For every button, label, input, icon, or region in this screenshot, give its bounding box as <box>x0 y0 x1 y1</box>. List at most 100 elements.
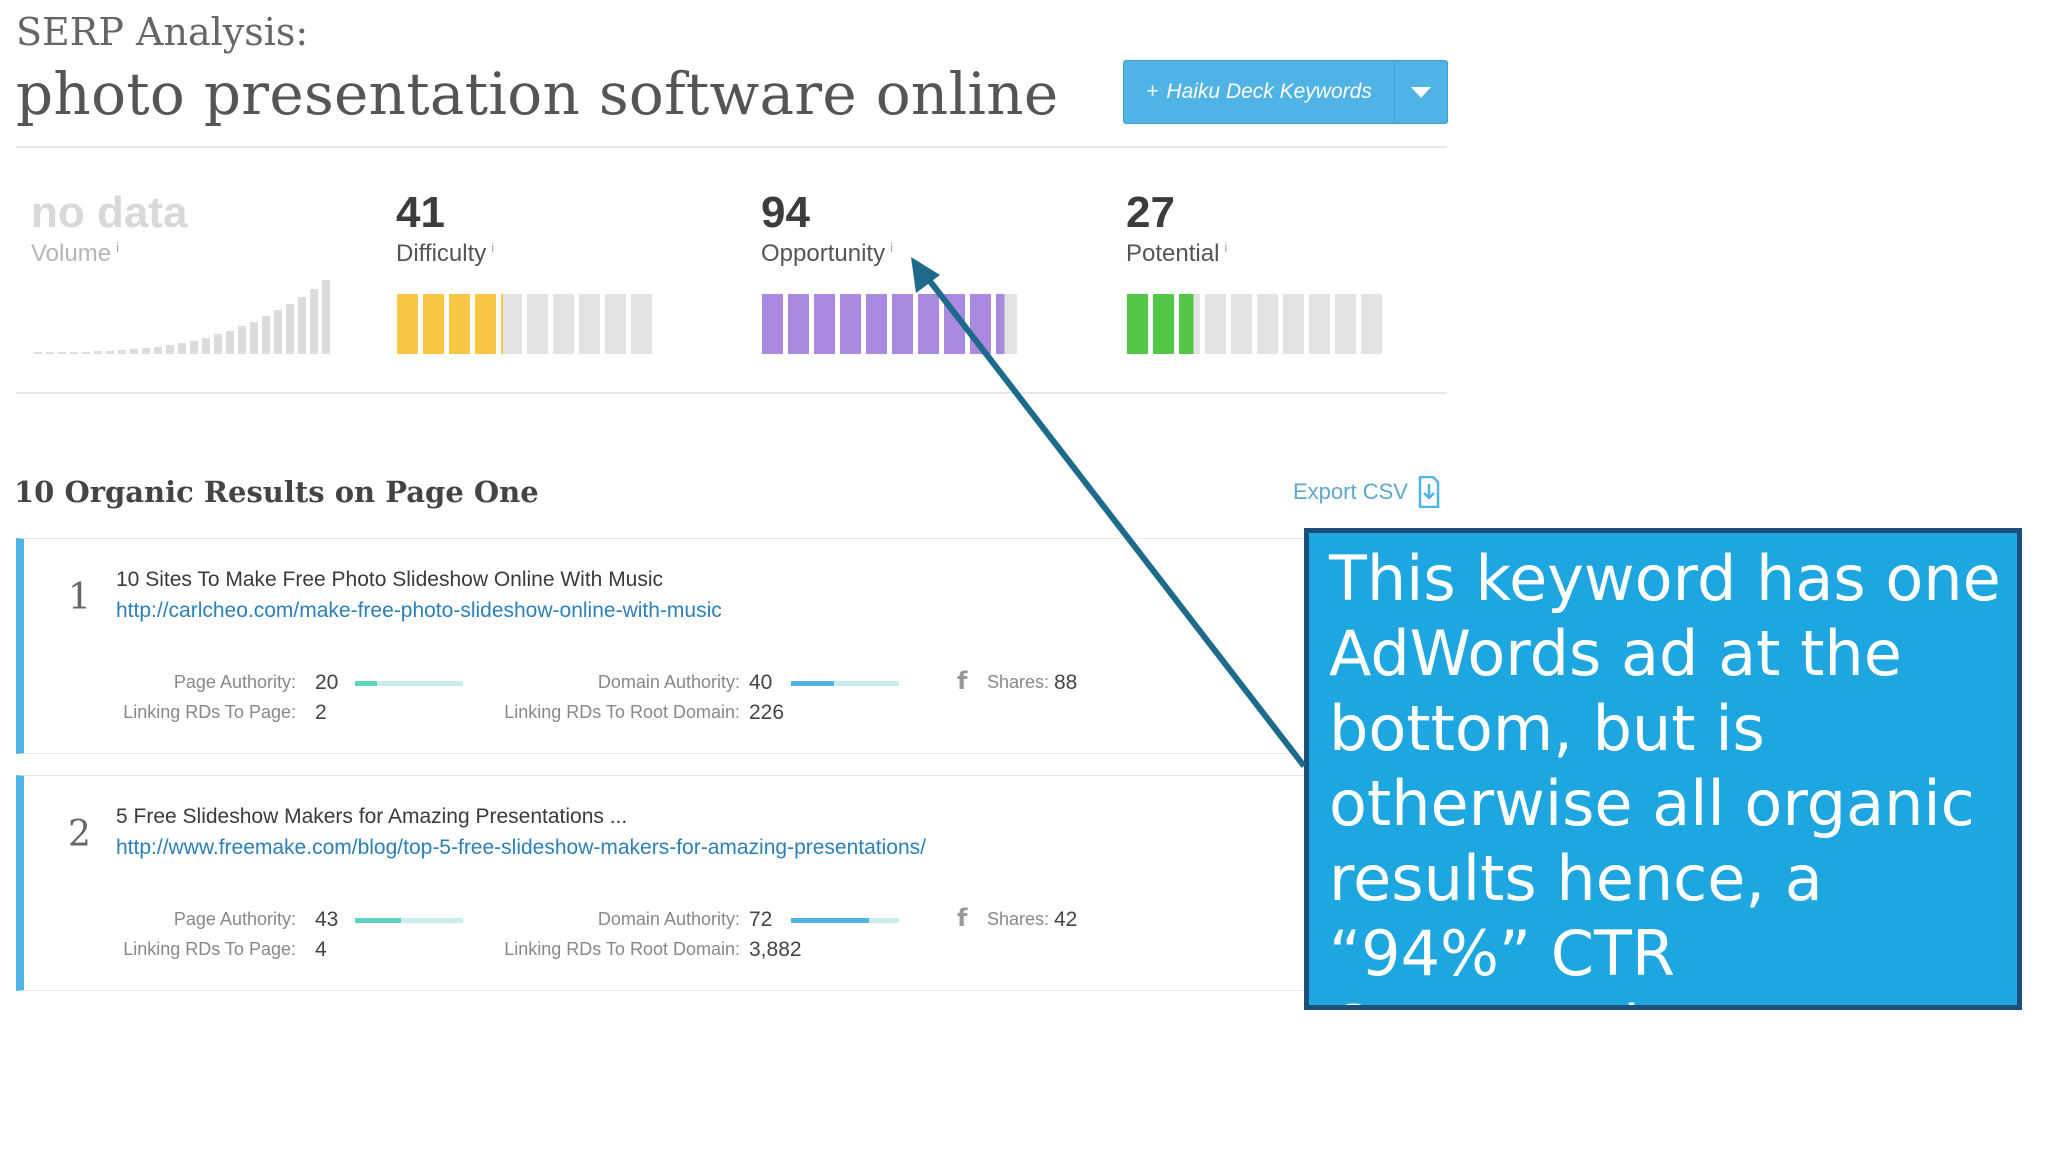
results-heading: 10 Organic Results on Page One <box>14 475 539 509</box>
domain-authority-value: 72 <box>749 908 773 931</box>
header-divider <box>16 146 1447 148</box>
score-segment <box>1205 294 1226 354</box>
score-segment <box>553 294 574 354</box>
score-segment <box>1127 294 1148 354</box>
sparkline-bar <box>274 310 282 354</box>
page-authority-value: 43 <box>315 908 339 931</box>
opportunity-score-bar <box>762 294 1017 354</box>
score-segment <box>475 294 496 354</box>
export-csv-link[interactable]: Export CSV <box>1293 476 1440 508</box>
metric-difficulty: 41 Difficulty i <box>396 188 494 268</box>
domain-authority-bar <box>791 681 899 686</box>
score-segment <box>762 294 783 354</box>
domain-authority-label: Domain Authority: <box>597 909 740 929</box>
add-to-list-button[interactable]: + Haiku Deck Keywords <box>1124 61 1394 123</box>
metric-opportunity: 94 Opportunity i <box>761 188 893 268</box>
score-segment <box>918 294 939 354</box>
sparkline-bar <box>298 296 306 354</box>
metric-label: Potential <box>1126 240 1220 267</box>
sparkline-bar <box>94 351 102 354</box>
info-icon[interactable]: i <box>890 240 893 255</box>
result-url-link[interactable]: http://carlcheo.com/make-free-photo-slid… <box>116 599 722 623</box>
linking-rds-page-value: 2 <box>315 701 327 724</box>
score-segment <box>1231 294 1252 354</box>
keyword-list-label: Haiku Deck Keywords <box>1166 80 1372 103</box>
shares-label: Shares: <box>987 909 1050 929</box>
sparkline-bar <box>286 303 294 354</box>
info-icon[interactable]: i <box>1224 240 1227 255</box>
linking-rds-page-label: Linking RDs To Page: <box>123 702 296 722</box>
shares-value: 42 <box>1054 908 1078 931</box>
sparkline-bar <box>214 334 222 354</box>
sparkline-bar <box>106 350 114 354</box>
sparkline-bar <box>190 340 198 354</box>
sparkline-bar <box>154 346 162 354</box>
keyword-list-button[interactable]: + Haiku Deck Keywords <box>1123 60 1448 124</box>
score-segment <box>996 294 1017 354</box>
linking-rds-page-label: Linking RDs To Page: <box>123 939 296 959</box>
page-authority-label: Page Authority: <box>173 672 296 692</box>
chevron-down-icon <box>1411 86 1431 98</box>
metric-label: Difficulty <box>396 240 487 267</box>
score-segment <box>397 294 418 354</box>
metric-value: no data <box>31 188 188 237</box>
facebook-icon: f <box>957 667 968 695</box>
result-url-link[interactable]: http://www.freemake.com/blog/top-5-free-… <box>116 836 926 860</box>
result-title: 10 Sites To Make Free Photo Slideshow On… <box>116 568 664 591</box>
linking-rds-root-label: Linking RDs To Root Domain: <box>504 939 740 959</box>
sparkline-bar <box>178 343 186 354</box>
export-csv-label: Export CSV <box>1293 479 1408 504</box>
score-segment <box>866 294 887 354</box>
shares-value: 88 <box>1054 671 1078 694</box>
page-authority-bar <box>355 918 463 923</box>
page-authority-value: 20 <box>315 671 339 694</box>
score-segment <box>1283 294 1304 354</box>
list-dropdown-toggle[interactable] <box>1394 61 1447 123</box>
sparkline-bar <box>34 352 42 354</box>
page-authority-label: Page Authority: <box>173 909 296 929</box>
score-segment <box>892 294 913 354</box>
linking-rds-page-value: 4 <box>315 938 327 961</box>
sparkline-bar <box>202 337 210 354</box>
sparkline-bar <box>82 351 90 354</box>
domain-authority-label: Domain Authority: <box>597 672 740 692</box>
score-segment <box>579 294 600 354</box>
keyword-title: photo presentation software online <box>16 60 1059 128</box>
score-segment <box>1335 294 1356 354</box>
score-segment <box>1179 294 1200 354</box>
score-segment <box>423 294 444 354</box>
plus-icon: + <box>1146 80 1159 103</box>
score-segment <box>631 294 652 354</box>
sparkline-bar <box>118 350 126 354</box>
metric-label: Opportunity <box>761 240 886 267</box>
score-segment <box>788 294 809 354</box>
result-row: 1 10 Sites To Make Free Photo Slideshow … <box>16 538 1306 754</box>
metric-value: 27 <box>1126 188 1175 237</box>
sparkline-bar <box>46 352 54 354</box>
sparkline-bar <box>226 330 234 354</box>
sparkline-bar <box>238 326 246 354</box>
page-authority-bar <box>355 681 463 686</box>
info-icon[interactable]: i <box>116 240 119 255</box>
download-icon <box>1418 476 1440 508</box>
result-rank: 1 <box>68 577 91 618</box>
info-icon[interactable]: i <box>491 240 494 255</box>
score-segment <box>814 294 835 354</box>
score-segment <box>1153 294 1174 354</box>
shares-label: Shares: <box>987 672 1050 692</box>
score-segment <box>1309 294 1330 354</box>
sparkline-bar <box>166 345 174 354</box>
score-segment <box>944 294 965 354</box>
result-rank: 2 <box>68 814 91 855</box>
score-segment <box>970 294 991 354</box>
metric-volume: no data Volume i <box>31 188 187 268</box>
potential-score-bar <box>1127 294 1382 354</box>
metric-label: Volume <box>31 240 112 267</box>
domain-authority-bar <box>791 918 899 923</box>
score-segment <box>449 294 470 354</box>
facebook-icon: f <box>957 904 968 932</box>
domain-authority-value: 40 <box>749 671 773 694</box>
metrics-divider <box>16 392 1447 394</box>
sparkline-bar <box>130 349 138 354</box>
metric-value: 94 <box>761 188 810 237</box>
